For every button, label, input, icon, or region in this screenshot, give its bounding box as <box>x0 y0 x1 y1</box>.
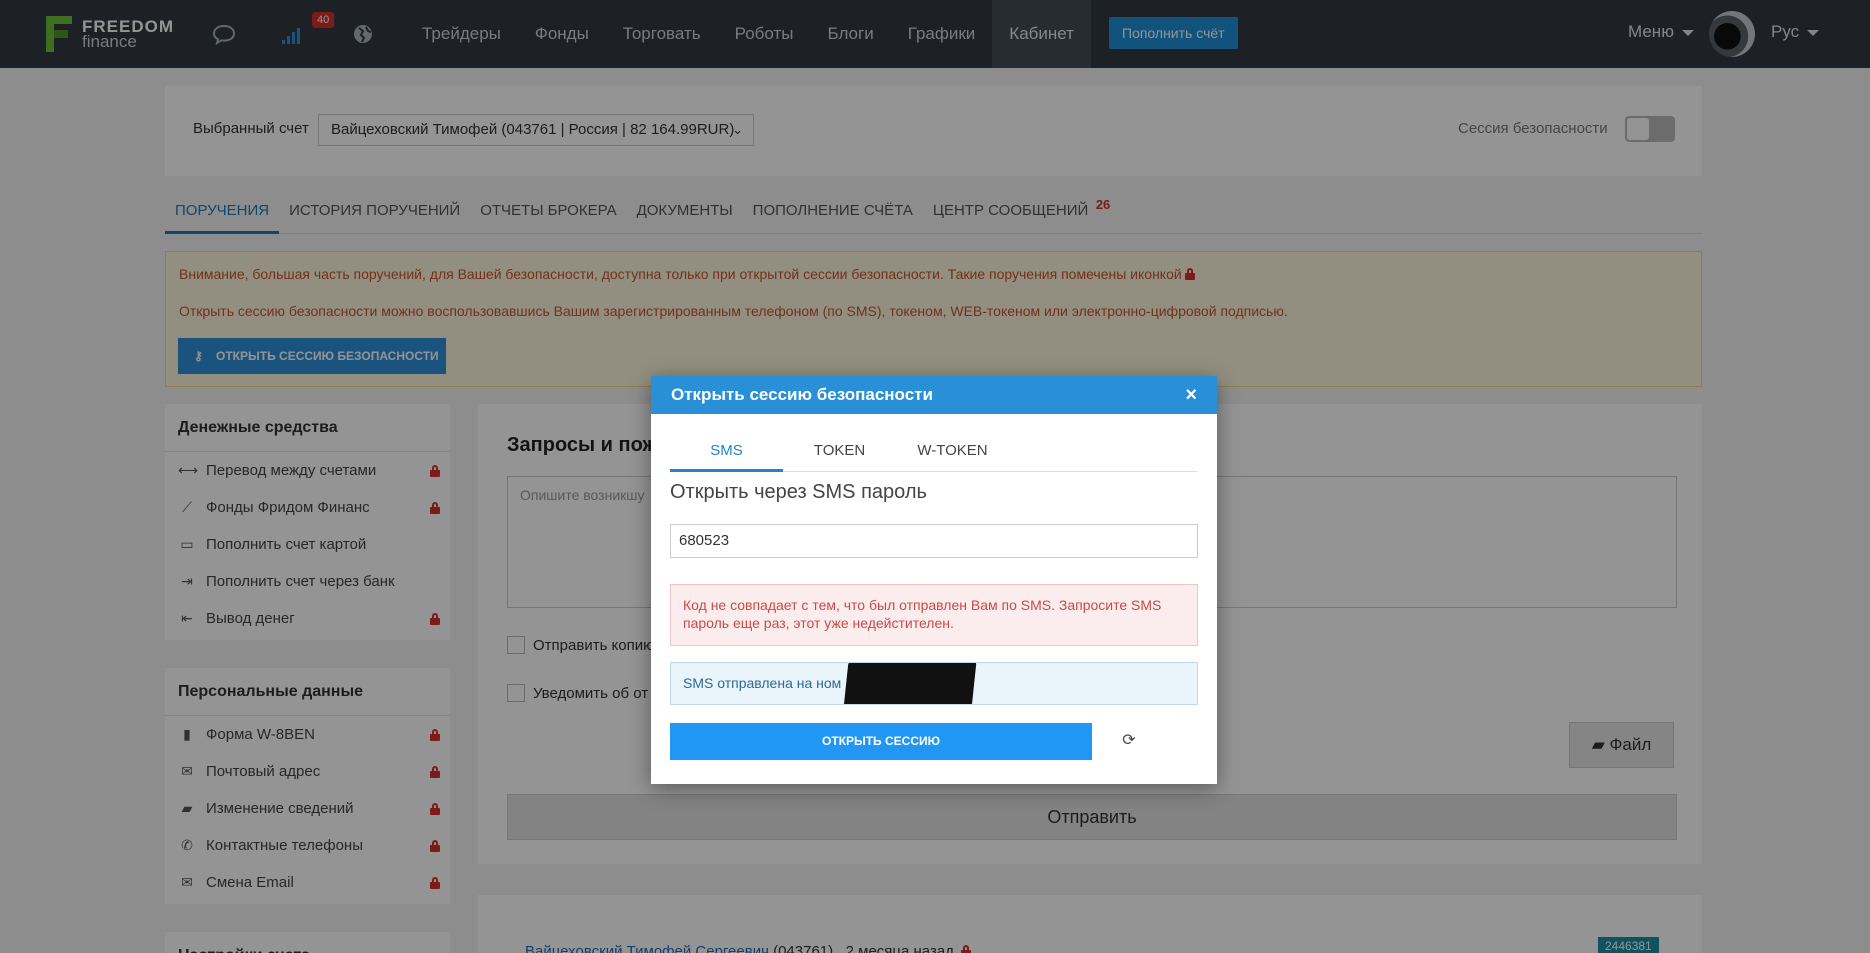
security-session-modal: Открыть сессию безопасности × SMS TOKEN … <box>651 376 1217 784</box>
close-icon[interactable]: × <box>1185 376 1197 414</box>
refresh-icon[interactable]: ⟳ <box>1119 731 1139 751</box>
tab-sms[interactable]: SMS <box>670 436 783 472</box>
modal-subtitle: Открыть через SMS пароль <box>670 481 927 503</box>
modal-title: Открыть сессию безопасности <box>671 385 933 404</box>
redacted-phone-number <box>843 663 977 704</box>
modal-header: Открыть сессию безопасности × <box>651 376 1217 414</box>
tab-token[interactable]: TOKEN <box>783 436 896 472</box>
sms-sent-info: SMS отправлена на ном <box>670 662 1198 705</box>
sms-sent-text: SMS отправлена на ном <box>683 675 842 691</box>
sms-code-input[interactable]: 680523 <box>670 524 1198 558</box>
tab-w-token[interactable]: W-TOKEN <box>896 436 1009 472</box>
open-session-button[interactable]: ОТКРЫТЬ СЕССИЮ <box>670 723 1092 760</box>
modal-tabs: SMS TOKEN W-TOKEN <box>670 436 1197 472</box>
sms-error-alert: Код не совпадает с тем, что был отправле… <box>670 584 1198 646</box>
